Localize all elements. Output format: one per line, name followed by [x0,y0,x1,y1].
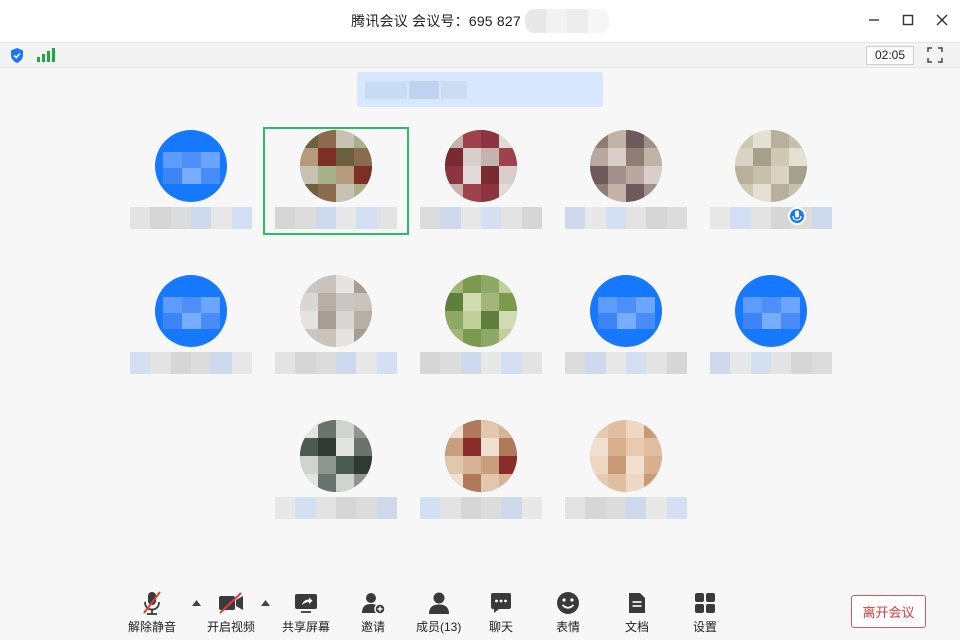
meeting-timer: 02:05 [866,46,914,65]
reactions-button[interactable]: 表情 [556,590,580,635]
participant-name-redacted [710,352,832,374]
participant-avatar [735,130,807,202]
members-button[interactable]: 成员(13) [416,590,461,635]
add-user-icon [362,593,386,615]
participant-avatar [590,130,662,202]
participant-avatar [735,275,807,347]
participant-tile[interactable] [698,272,844,380]
participant-name-redacted [565,497,687,519]
participant-tile[interactable] [263,272,409,380]
maximize-button[interactable] [896,8,920,32]
leave-meeting-button[interactable]: 离开会议 [851,595,926,628]
unmute-button[interactable]: 解除静音 [128,590,176,635]
participant-tile[interactable] [263,417,409,525]
fullscreen-icon[interactable] [927,47,943,63]
signal-bars-icon[interactable] [37,48,55,62]
members-label: 成员(13) [416,620,462,634]
participant-name-redacted [420,352,542,374]
share-screen-button[interactable]: 共享屏幕 [282,590,330,635]
documents-button[interactable]: 文档 [625,590,649,635]
start-video-label: 开启视频 [207,620,256,634]
documents-label: 文档 [625,620,650,634]
maximize-icon [902,14,914,26]
redacted-meeting-id [524,9,609,33]
participant-name-redacted [275,497,397,519]
participant-tile-active-speaker[interactable] [263,127,409,235]
user-icon [428,592,449,614]
participant-avatar [445,275,517,347]
meeting-toolbar: 解除静音 开启视频 共享屏幕 邀请 成员(13) 聊天 表情 文档 设置 离开会… [0,584,960,640]
speaker-banner [357,72,603,107]
chat-bubble-icon [491,593,511,613]
participant-tile[interactable] [553,417,699,525]
share-screen-label: 共享屏幕 [282,620,331,634]
chat-button[interactable]: 聊天 [489,590,513,635]
participant-avatar [590,420,662,492]
participant-name-redacted [130,352,252,374]
participant-name-redacted [130,207,252,229]
participant-tile[interactable] [118,127,264,235]
participant-tile[interactable] [408,272,554,380]
participant-avatar [155,275,227,347]
minimize-button[interactable] [862,8,886,32]
participant-name-redacted [710,207,832,229]
participant-tile[interactable] [698,127,844,235]
microphone-muted-icon [143,591,161,615]
participant-name-redacted [275,207,397,229]
participant-avatar [590,275,662,347]
invite-button[interactable]: 邀请 [360,590,386,635]
invite-label: 邀请 [360,620,385,634]
window-controls [862,8,954,32]
participant-tile[interactable] [408,127,554,235]
participant-avatar [445,130,517,202]
status-bar: 02:05 [0,42,960,68]
share-screen-icon [295,594,317,613]
participant-tile[interactable] [118,272,264,380]
participant-avatar [155,130,227,202]
participant-name-redacted [565,352,687,374]
video-options-caret-icon[interactable] [261,600,270,606]
shield-icon[interactable] [9,47,25,64]
participant-name-redacted [420,207,542,229]
video-camera-off-icon [219,592,243,614]
window-title: 腾讯会议 会议号：695 827 [351,13,521,29]
settings-label: 设置 [693,620,718,634]
title-bar: 腾讯会议 会议号：695 827 [0,0,960,42]
participant-avatar [300,130,372,202]
participant-avatar [300,420,372,492]
grid-settings-icon [695,593,715,613]
participant-name-redacted [275,352,397,374]
settings-button[interactable]: 设置 [693,590,717,635]
participant-name-redacted [420,497,542,519]
close-button[interactable] [930,8,954,32]
participant-tile[interactable] [553,127,699,235]
start-video-button[interactable]: 开启视频 [207,590,255,635]
microphone-icon [788,207,806,225]
document-icon [629,593,645,613]
unmute-label: 解除静音 [128,620,177,634]
minimize-icon [869,19,879,21]
close-icon [936,14,948,26]
participant-name-redacted [565,207,687,229]
chat-label: 聊天 [489,620,514,634]
participant-tile[interactable] [408,417,554,525]
participant-avatar [445,420,517,492]
reactions-label: 表情 [556,620,581,634]
participant-avatar [300,275,372,347]
smiley-face-icon [557,592,579,614]
audio-options-caret-icon[interactable] [192,600,201,606]
participant-tile[interactable] [553,272,699,380]
